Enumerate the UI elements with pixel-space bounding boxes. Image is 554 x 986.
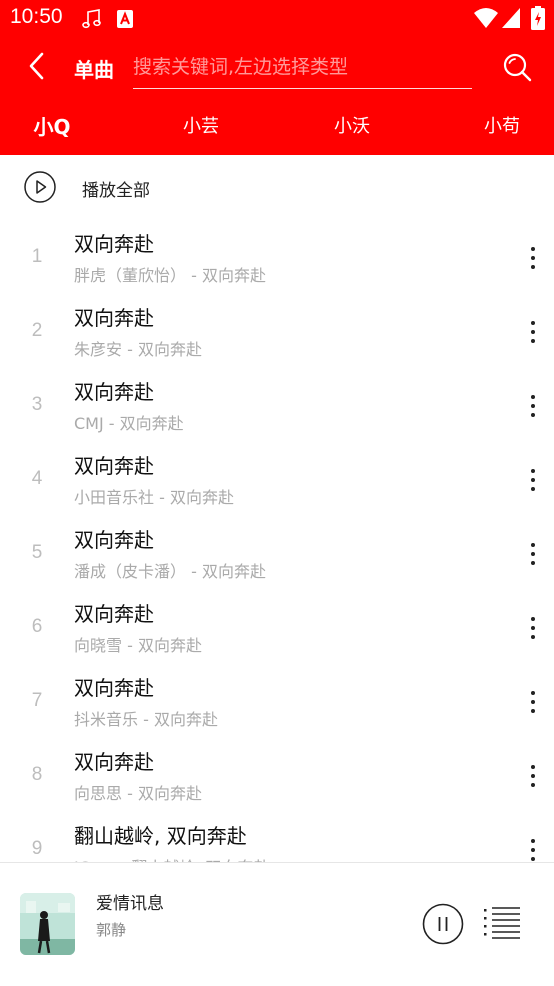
signal-icon <box>502 8 520 28</box>
song-title: 双向奔赴 <box>74 750 154 774</box>
song-artist-album: 潘成（皮卡潘） - 双向奔赴 <box>74 562 266 581</box>
tab-xiao-yun[interactable]: 小芸 <box>183 112 219 138</box>
more-vertical-icon[interactable] <box>518 537 548 571</box>
mini-player[interactable]: 爱情讯息 郭静 <box>0 862 554 986</box>
song-row[interactable]: 9 翻山越岭, 双向奔赴 JCom - 翻山越岭, 双向奔赴 <box>0 813 554 862</box>
song-title: 双向奔赴 <box>74 232 154 256</box>
song-title: 翻山越岭, 双向奔赴 <box>74 824 247 848</box>
more-vertical-icon[interactable] <box>518 759 548 793</box>
play-all-button[interactable]: 播放全部 <box>0 155 554 221</box>
song-title: 双向奔赴 <box>74 676 154 700</box>
more-vertical-icon[interactable] <box>518 463 548 497</box>
song-row[interactable]: 6 双向奔赴 向晓雪 - 双向奔赴 <box>0 591 554 665</box>
song-title: 双向奔赴 <box>74 454 154 478</box>
song-title: 双向奔赴 <box>74 306 154 330</box>
search-input[interactable] <box>133 52 463 82</box>
back-arrow-icon[interactable] <box>22 48 52 84</box>
song-row[interactable]: 8 双向奔赴 向思思 - 双向奔赴 <box>0 739 554 813</box>
tab-xiao-q[interactable]: 小Q <box>33 111 70 140</box>
play-circle-icon <box>24 171 56 203</box>
song-artist-album: 向思思 - 双向奔赴 <box>74 784 202 803</box>
album-cover <box>20 893 75 955</box>
song-artist-album: 向晓雪 - 双向奔赴 <box>74 636 202 655</box>
song-index: 9 <box>31 838 43 859</box>
song-index: 8 <box>31 764 43 785</box>
more-vertical-icon[interactable] <box>518 833 548 862</box>
song-row[interactable]: 5 双向奔赴 潘成（皮卡潘） - 双向奔赴 <box>0 517 554 591</box>
song-index: 6 <box>31 616 43 637</box>
tab-xiao-wo[interactable]: 小沃 <box>334 112 370 138</box>
song-index: 7 <box>31 690 43 711</box>
song-row[interactable]: 4 双向奔赴 小田音乐社 - 双向奔赴 <box>0 443 554 517</box>
more-vertical-icon[interactable] <box>518 611 548 645</box>
song-index: 2 <box>31 320 43 341</box>
app-header: 10:50 单曲 搜索关键词,左边选择类型 小Q 小芸 小沃 小苟 <box>0 0 554 155</box>
status-bar: 10:50 <box>0 0 554 38</box>
now-playing-artist: 郭静 <box>96 921 127 939</box>
playlist-icon[interactable] <box>484 907 522 941</box>
more-vertical-icon[interactable] <box>518 389 548 423</box>
app-notification-icon <box>117 10 133 28</box>
song-title: 双向奔赴 <box>74 528 154 552</box>
song-title: 双向奔赴 <box>74 380 154 404</box>
song-row[interactable]: 7 双向奔赴 抖米音乐 - 双向奔赴 <box>0 665 554 739</box>
wifi-icon <box>474 8 498 28</box>
song-artist-album: 朱彦安 - 双向奔赴 <box>74 340 202 359</box>
song-index: 1 <box>31 246 43 267</box>
search-type-selector[interactable]: 单曲 <box>74 54 114 83</box>
tab-xiao-gou[interactable]: 小苟 <box>484 112 520 138</box>
song-list: 1 双向奔赴 胖虎（董欣怡） - 双向奔赴 2 双向奔赴 朱彦安 - 双向奔赴 … <box>0 221 554 862</box>
battery-icon <box>531 6 545 30</box>
search-toolbar: 单曲 <box>0 38 554 94</box>
search-icon[interactable] <box>500 50 534 84</box>
pause-icon[interactable] <box>422 903 464 945</box>
song-row[interactable]: 3 双向奔赴 CMJ - 双向奔赴 <box>0 369 554 443</box>
more-vertical-icon[interactable] <box>518 241 548 275</box>
music-note-icon <box>82 9 101 29</box>
more-vertical-icon[interactable] <box>518 685 548 719</box>
song-title: 双向奔赴 <box>74 602 154 626</box>
source-tabs: 小Q 小芸 小沃 小苟 <box>0 100 554 150</box>
song-artist-album: 抖米音乐 - 双向奔赴 <box>74 710 218 729</box>
song-artist-album: 胖虎（董欣怡） - 双向奔赴 <box>74 266 266 285</box>
play-all-label: 播放全部 <box>82 181 150 201</box>
status-time: 10:50 <box>10 5 63 28</box>
search-field <box>133 48 472 89</box>
song-artist-album: CMJ - 双向奔赴 <box>74 414 184 433</box>
song-index: 5 <box>31 542 43 563</box>
song-artist-album: 小田音乐社 - 双向奔赴 <box>74 488 234 507</box>
song-index: 3 <box>31 394 43 415</box>
song-row[interactable]: 2 双向奔赴 朱彦安 - 双向奔赴 <box>0 295 554 369</box>
more-vertical-icon[interactable] <box>518 315 548 349</box>
song-artist-album: JCom - 翻山越岭, 双向奔赴 <box>74 854 269 862</box>
song-index: 4 <box>31 468 43 489</box>
now-playing-title: 爱情讯息 <box>96 894 164 914</box>
song-row[interactable]: 1 双向奔赴 胖虎（董欣怡） - 双向奔赴 <box>0 221 554 295</box>
